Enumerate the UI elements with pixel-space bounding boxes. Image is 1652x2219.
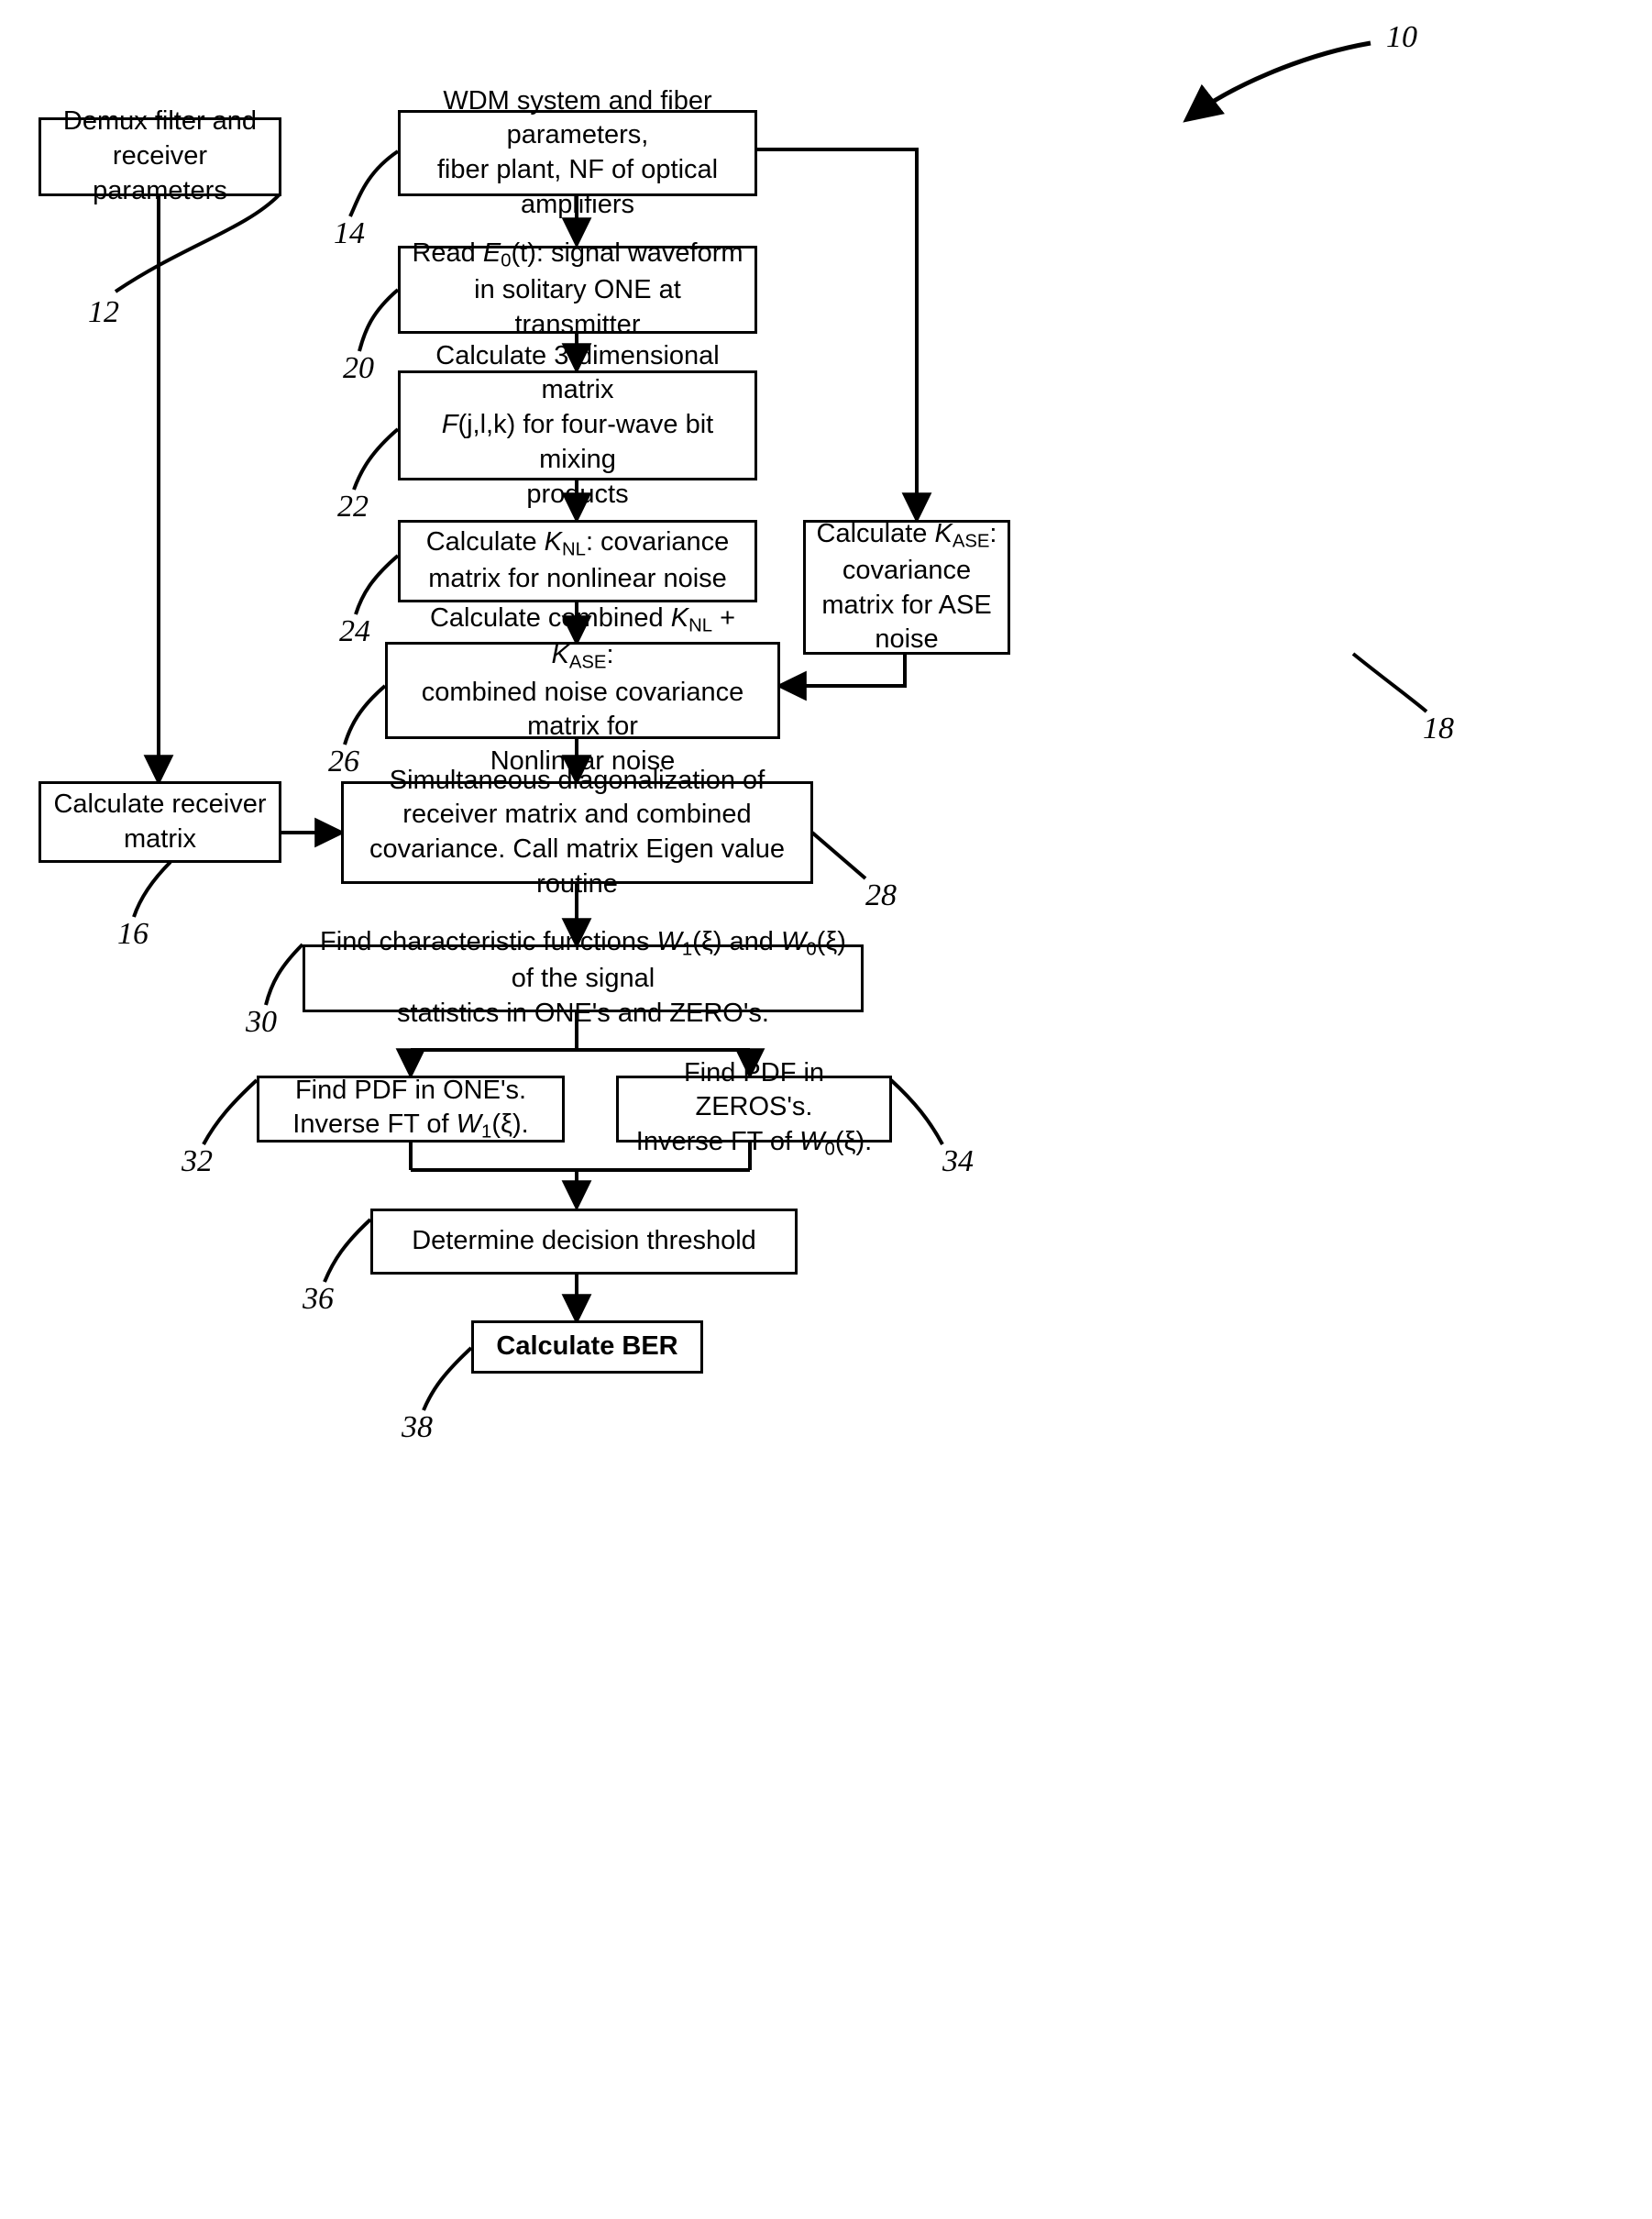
subscript-1: 1 — [681, 939, 693, 960]
box-calculate-combined-covariance: Calculate combined KNL + KASE: combined … — [385, 603, 780, 776]
variable-W0: W — [780, 927, 807, 957]
matrix-line-2: F(j,l,k) for four-wave bit mixing — [441, 410, 714, 474]
box-demux-filter-receiver-parameters: Demux filter and receiver parameters — [39, 106, 281, 205]
pdf-zeros-line-2: Inverse FT of W0(ξ). — [635, 1127, 873, 1160]
variable-E: E — [482, 238, 501, 269]
box-determine-decision-threshold: Determine decision threshold — [370, 1209, 798, 1275]
subscript-1: 1 — [481, 1122, 492, 1143]
wdm-line-1: WDM system and fiber parameters, — [443, 85, 712, 150]
reference-numeral-36: 36 — [303, 1282, 334, 1316]
box-calculate-ber: Calculate BER — [471, 1320, 703, 1374]
knl-line-2: matrix for nonlinear noise — [428, 564, 727, 594]
reference-numeral-18: 18 — [1423, 712, 1454, 745]
box-find-pdf-in-ones: Find PDF in ONE's. Inverse FT of W1(ξ). — [257, 1076, 565, 1143]
matrix-line-1: Calculate 3-dimensional matrix — [435, 340, 720, 405]
read-line-2: in solitary ONE at transmitter — [474, 275, 681, 340]
kase-line-4: noise — [875, 624, 939, 655]
char-line-1: Find characteristic functions W1(ξ) and … — [320, 927, 846, 994]
kase-line-3: matrix for ASE — [821, 590, 992, 620]
reference-numeral-24: 24 — [339, 614, 370, 648]
kase-line-1: Calculate KASE: — [816, 518, 997, 552]
box-simultaneous-diagonalization: Simultaneous diagonalization of receiver… — [341, 766, 813, 899]
receiver-line-1: Calculate receiver — [53, 789, 267, 819]
reference-numeral-12: 12 — [88, 295, 119, 329]
variable-K: K — [544, 527, 562, 558]
box-wdm-system-fiber-parameters: WDM system and fiber parameters, fiber p… — [398, 86, 757, 219]
subscript-ASE: ASE — [568, 653, 607, 674]
reference-numeral-30: 30 — [246, 1005, 277, 1039]
box-calculate-knl-covariance: Calculate KNL: covariance matrix for non… — [398, 520, 757, 602]
box-calculate-3d-matrix: Calculate 3-dimensional matrix F(j,l,k) … — [398, 341, 757, 509]
subscript-ASE: ASE — [952, 531, 990, 552]
box-find-pdf-in-zeros: Find PDF in ZEROS's. Inverse FT of W0(ξ)… — [616, 1058, 892, 1160]
pdf-ones-line-2: Inverse FT of W1(ξ). — [292, 1110, 529, 1143]
variable-W: W — [799, 1127, 825, 1157]
matrix-line-3: products — [526, 479, 629, 509]
read-line-1: Read E0(t): signal waveform — [412, 238, 743, 271]
combined-line-1: Calculate combined KNL + KASE: — [429, 603, 736, 674]
reference-numeral-38: 38 — [402, 1410, 433, 1444]
box-find-characteristic-functions: Find characteristic functions W1(ξ) and … — [303, 927, 864, 1028]
reference-numeral-32: 32 — [182, 1144, 213, 1178]
diagonalization-line-2: receiver matrix and combined — [402, 800, 752, 830]
demux-line-1: Demux filter and — [62, 106, 258, 137]
variable-W: W — [456, 1110, 482, 1140]
reference-numeral-34: 34 — [942, 1144, 974, 1178]
diagonalization-line-1: Simultaneous diagonalization of — [389, 765, 765, 795]
kase-line-2: covariance — [842, 556, 972, 585]
reference-numeral-10: 10 — [1386, 20, 1417, 54]
variable-K-ase: K — [551, 640, 569, 670]
receiver-line-2: matrix — [124, 823, 196, 854]
pdf-zeros-line-1: Find PDF in ZEROS's. — [683, 1057, 825, 1122]
variable-F: F — [441, 410, 458, 440]
threshold-label: Determine decision threshold — [412, 1226, 756, 1256]
wdm-line-2: fiber plant, NF of optical amplifiers — [436, 155, 719, 219]
diagonalization-line-3: covariance. Call matrix Eigen value rout… — [369, 834, 785, 899]
variable-K: K — [934, 518, 953, 548]
box-calculate-receiver-matrix: Calculate receiver matrix — [39, 781, 281, 863]
subscript-0: 0 — [806, 939, 817, 960]
subscript-0: 0 — [501, 250, 512, 271]
reference-numeral-20: 20 — [343, 351, 374, 385]
reference-numeral-28: 28 — [865, 878, 897, 912]
subscript-NL: NL — [562, 539, 586, 560]
variable-W1: W — [656, 927, 682, 957]
char-line-2: statistics in ONE's and ZERO's. — [397, 999, 769, 1029]
reference-numeral-16: 16 — [117, 917, 149, 951]
ber-label: Calculate BER — [496, 1331, 678, 1362]
reference-numeral-22: 22 — [337, 490, 369, 524]
combined-line-2: combined noise covariance matrix for — [421, 677, 744, 742]
variable-K-nl: K — [670, 603, 689, 634]
knl-line-1: Calculate KNL: covariance — [425, 527, 730, 560]
subscript-0: 0 — [824, 1139, 835, 1160]
reference-numeral-14: 14 — [334, 216, 365, 250]
subscript-NL: NL — [688, 616, 713, 637]
patent-flowchart-figure: Demux filter and receiver parameters WDM… — [0, 0, 1652, 2219]
box-calculate-kase-covariance: Calculate KASE: covariance matrix for AS… — [803, 518, 1010, 655]
pdf-ones-line-1: Find PDF in ONE's. — [294, 1075, 527, 1105]
demux-line-2: receiver parameters — [93, 141, 227, 205]
reference-numeral-26: 26 — [328, 745, 359, 778]
box-read-signal-waveform: Read E0(t): signal waveform in solitary … — [398, 238, 757, 339]
